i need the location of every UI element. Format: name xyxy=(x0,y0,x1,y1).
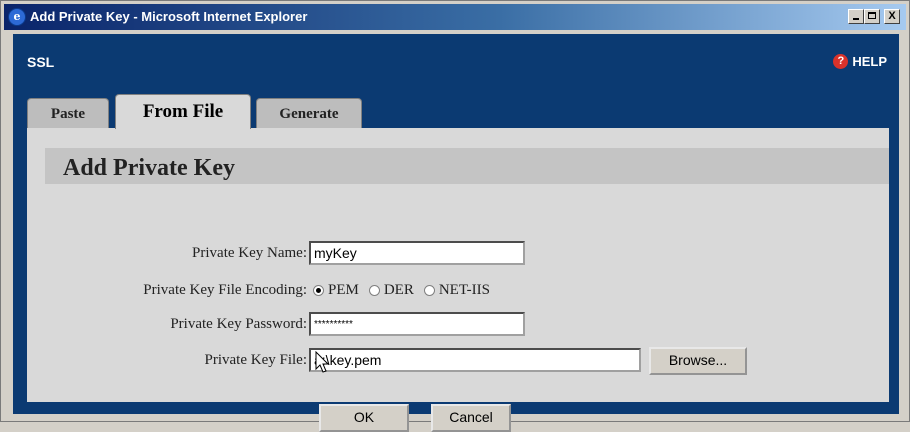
encoding-pem-option[interactable]: PEM xyxy=(313,282,359,299)
radio-der[interactable] xyxy=(368,285,380,296)
encoding-der-option[interactable]: DER xyxy=(368,282,414,299)
close-button[interactable]: X xyxy=(884,9,900,24)
minimize-icon xyxy=(853,18,859,20)
mouse-cursor-icon xyxy=(315,351,330,373)
encoding-netiis-label: NET-IIS xyxy=(438,282,490,298)
encoding-label: Private Key File Encoding: xyxy=(143,282,307,298)
section-label: SSL xyxy=(27,54,55,70)
maximize-button[interactable] xyxy=(864,9,880,24)
encoding-der-label: DER xyxy=(383,282,414,298)
encoding-netiis-option[interactable]: NET-IIS xyxy=(423,282,490,299)
file-path-input[interactable] xyxy=(309,348,641,372)
tab-generate[interactable]: Generate xyxy=(256,98,362,128)
help-link[interactable]: ? HELP xyxy=(833,54,887,69)
cancel-button[interactable]: Cancel xyxy=(431,404,511,432)
password-input[interactable] xyxy=(309,312,525,336)
encoding-pem-label: PEM xyxy=(328,282,359,298)
help-label: HELP xyxy=(852,54,887,69)
browse-button[interactable]: Browse... xyxy=(649,347,747,375)
encoding-radio-group: PEM DER NET-IIS xyxy=(313,282,490,299)
ie-icon: e xyxy=(8,8,26,26)
radio-pem[interactable] xyxy=(313,285,324,296)
question-icon: ? xyxy=(833,54,849,69)
window-title: Add Private Key - Microsoft Internet Exp… xyxy=(30,9,308,24)
page-content: SSL ? HELP Paste Generate Add Private Ke… xyxy=(13,34,899,432)
password-label: Private Key Password: xyxy=(170,316,307,332)
key-name-label: Private Key Name: xyxy=(192,245,307,261)
form-panel: Add Private Key Private Key Name: Privat… xyxy=(27,128,889,432)
page-title: Add Private Key xyxy=(63,155,235,181)
minimize-button[interactable] xyxy=(848,9,864,24)
title-bar[interactable]: e Add Private Key - Microsoft Internet E… xyxy=(4,4,906,30)
file-label: Private Key File: xyxy=(204,352,307,368)
maximize-icon xyxy=(868,12,876,19)
tab-from-file[interactable]: From File xyxy=(115,94,251,129)
browser-window: e Add Private Key - Microsoft Internet E… xyxy=(0,0,910,432)
key-name-input[interactable] xyxy=(309,241,525,265)
radio-net-iis[interactable] xyxy=(423,285,435,296)
ok-button[interactable]: OK xyxy=(319,404,409,432)
tab-paste[interactable]: Paste xyxy=(27,98,109,128)
